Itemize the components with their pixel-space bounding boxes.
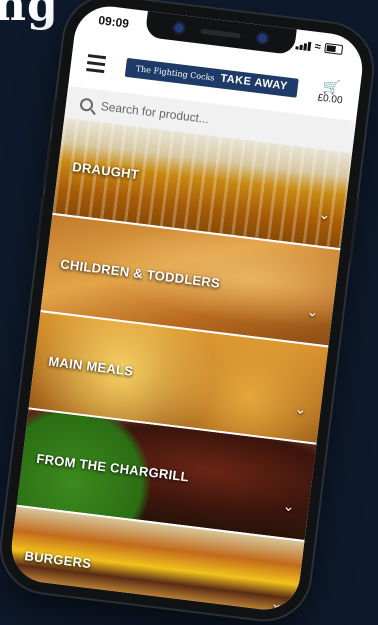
status-icons: ≈ [295,38,344,56]
category-label: DRAUGHT [71,159,140,183]
front-camera [174,23,184,33]
signal-icon [295,40,312,51]
category-list: DRAUGHT ⌄ CHILDREN & TODDLERS ⌄ MAIN MEA… [7,117,353,614]
phone-screen: 09:09 ≈ The Fighting Cocks TAKE AWAY 🛒 £… [7,2,367,614]
face-sensor [257,33,267,43]
status-time: 09:09 [97,13,130,31]
logo-right-text: TAKE AWAY [219,71,289,93]
mute-switch [50,100,57,127]
chevron-down-icon: ⌄ [281,497,296,515]
chevron-down-icon: ⌄ [305,302,320,320]
battery-icon [324,42,344,56]
menu-icon[interactable] [86,53,107,73]
power-button [348,197,360,262]
volume-up-button [42,139,52,186]
logo-left-text: The Fighting Cocks [135,63,216,83]
volume-down-button [36,194,45,241]
brand-logo[interactable]: The Fighting Cocks TAKE AWAY [124,57,299,98]
phone-mockup: 09:09 ≈ The Fighting Cocks TAKE AWAY 🛒 £… [0,0,378,625]
chevron-down-icon: ⌄ [270,594,284,612]
basket-button[interactable]: 🛒 £0.00 [316,77,345,106]
basket-total: £0.00 [316,91,344,106]
chevron-down-icon: ⌄ [317,205,332,223]
wifi-icon: ≈ [314,40,322,54]
earpiece-speaker [200,28,241,38]
category-label: BURGERS [23,548,93,572]
category-label: CHILDREN & TODDLERS [59,256,221,291]
category-label: FROM THE CHARGRILL [35,450,190,485]
search-input[interactable]: Search for product... [100,99,210,126]
category-label: MAIN MEALS [47,353,135,379]
chevron-down-icon: ⌄ [293,399,308,418]
search-icon [79,96,94,112]
background-headline: ng [0,0,59,31]
